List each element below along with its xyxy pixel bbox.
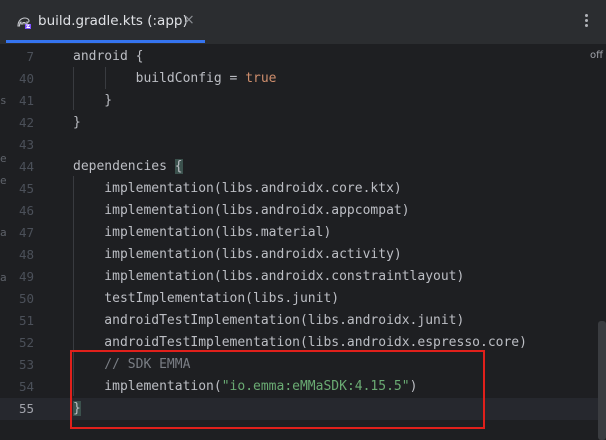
code-line[interactable]: 42}	[0, 112, 606, 134]
code-line[interactable]: 46 implementation(libs.androidx.appcompa…	[0, 200, 606, 222]
line-number: 47	[18, 225, 34, 240]
code-token: buildConfig =	[73, 71, 246, 86]
line-number: 48	[18, 247, 34, 262]
code-token: }	[73, 115, 81, 130]
code-line[interactable]: 40 buildConfig = true	[0, 68, 606, 90]
code-token: {	[174, 159, 183, 174]
line-number: 55	[18, 401, 34, 416]
line-number: 53	[18, 357, 34, 372]
line-number: 7	[26, 49, 34, 64]
code-token: testImplementation(libs.junit)	[73, 291, 340, 306]
line-code: buildConfig = true	[73, 68, 277, 90]
line-number: 54	[18, 379, 34, 394]
code-line[interactable]: 50 testImplementation(libs.junit)	[0, 288, 606, 310]
code-token: androidTestImplementation(libs.androidx.…	[73, 335, 527, 350]
line-number: 43	[18, 137, 34, 152]
line-code: dependencies {	[73, 156, 183, 178]
code-line[interactable]: 45 implementation(libs.androidx.core.ktx…	[0, 178, 606, 200]
inlay-off-label: off	[590, 50, 604, 61]
code-token: }	[73, 93, 113, 108]
line-code: android {	[73, 46, 143, 68]
line-code: }	[73, 112, 81, 134]
line-number: 49	[18, 269, 34, 284]
code-token: true	[245, 71, 277, 86]
code-line[interactable]: 48 implementation(libs.androidx.activity…	[0, 244, 606, 266]
code-token: androidTestImplementation(libs.androidx.…	[73, 313, 465, 328]
code-line[interactable]: 7 android {	[0, 46, 606, 68]
code-token: implementation(libs.androidx.core.ktx)	[73, 181, 402, 196]
code-token: implementation(libs.androidx.constraintl…	[73, 269, 465, 284]
code-editor[interactable]: s e e a a 7 android {40 buildConfig = tru…	[0, 45, 606, 440]
tab-build-gradle-kts[interactable]: build.gradle.kts (:app) ×	[6, 0, 206, 44]
line-code: implementation(libs.androidx.activity)	[73, 244, 402, 266]
line-number: 45	[18, 181, 34, 196]
line-number: 42	[18, 115, 34, 130]
line-number: 41	[18, 93, 34, 108]
code-token: dependencies	[73, 159, 175, 174]
tab-label: build.gradle.kts (:app)	[38, 13, 188, 29]
code-line[interactable]: 41 }	[0, 90, 606, 112]
line-number: 40	[18, 71, 34, 86]
code-token: implementation(libs.androidx.activity)	[73, 247, 402, 262]
code-line[interactable]: 47 implementation(libs.material)	[0, 222, 606, 244]
line-number: 46	[18, 203, 34, 218]
code-line[interactable]: 51 androidTestImplementation(libs.androi…	[0, 310, 606, 332]
line-number: 51	[18, 313, 34, 328]
code-line[interactable]: 43	[0, 134, 606, 156]
annotation-highlight-box	[70, 350, 485, 429]
code-line[interactable]: 49 implementation(libs.androidx.constrai…	[0, 266, 606, 288]
line-code: implementation(libs.androidx.constraintl…	[73, 266, 464, 288]
line-code: }	[73, 90, 112, 112]
code-token: implementation(libs.androidx.appcompat)	[73, 203, 410, 218]
active-tab-indicator	[6, 40, 205, 43]
code-token: android {	[73, 49, 144, 64]
line-code: androidTestImplementation(libs.androidx.…	[73, 310, 464, 332]
line-number: 52	[18, 335, 34, 350]
gradle-kotlin-file-icon	[17, 17, 31, 29]
line-code: implementation(libs.androidx.core.ktx)	[73, 178, 402, 200]
line-number: 50	[18, 291, 34, 306]
line-code: implementation(libs.androidx.appcompat)	[73, 200, 410, 222]
vertical-scrollbar[interactable]	[598, 321, 606, 440]
editor-tab-bar: build.gradle.kts (:app) ×	[0, 0, 606, 45]
line-number: 44	[18, 159, 34, 174]
code-token: implementation(libs.material)	[73, 225, 332, 240]
tab-close-icon[interactable]: ×	[183, 12, 195, 28]
line-code: testImplementation(libs.junit)	[73, 288, 339, 310]
code-line[interactable]: 44 dependencies {	[0, 156, 606, 178]
line-code: implementation(libs.material)	[73, 222, 331, 244]
more-vertical-icon[interactable]	[582, 12, 590, 32]
